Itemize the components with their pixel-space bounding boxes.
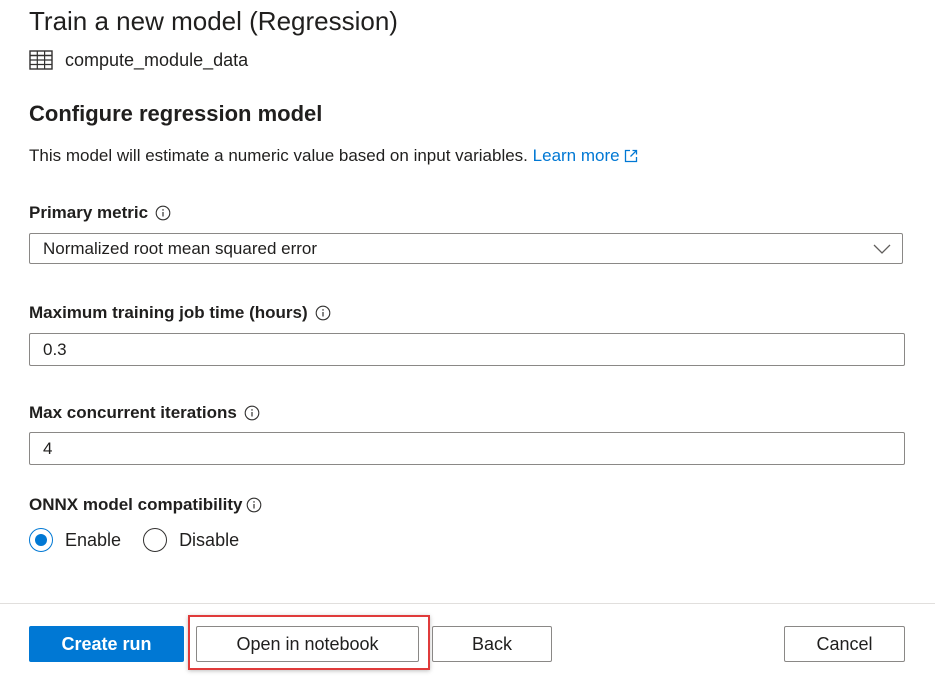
create-run-button[interactable]: Create run xyxy=(29,626,184,662)
table-grid-icon xyxy=(29,50,53,70)
max-concurrent-input[interactable] xyxy=(29,432,905,465)
info-icon[interactable] xyxy=(315,305,331,321)
chevron-down-icon xyxy=(873,242,891,260)
onnx-enable-radio[interactable]: Enable xyxy=(29,528,121,552)
page-title: Train a new model (Regression) xyxy=(29,6,398,36)
max-training-time-input[interactable] xyxy=(29,333,905,366)
primary-metric-label-text: Primary metric xyxy=(29,203,149,222)
max-training-time-label: Maximum training job time (hours) xyxy=(29,301,331,325)
info-icon[interactable] xyxy=(155,205,171,221)
cancel-button[interactable]: Cancel xyxy=(784,626,905,662)
primary-metric-value: Normalized root mean squared error xyxy=(43,238,318,258)
onnx-radio-group: Enable Disable xyxy=(29,528,261,552)
open-in-notebook-button[interactable]: Open in notebook xyxy=(196,626,419,662)
radio-label-enable: Enable xyxy=(65,529,122,550)
info-icon[interactable] xyxy=(244,405,260,421)
onnx-label-text: ONNX model compatibility xyxy=(29,495,243,514)
radio-checked-indicator[interactable] xyxy=(29,528,53,552)
onnx-disable-radio[interactable]: Disable xyxy=(143,528,239,552)
learn-more-link[interactable]: Learn more xyxy=(533,146,638,165)
external-link-icon xyxy=(624,146,638,170)
info-icon[interactable] xyxy=(246,497,262,513)
primary-metric-label: Primary metric xyxy=(29,201,171,225)
footer-divider xyxy=(0,603,935,604)
max-training-time-label-text: Maximum training job time (hours) xyxy=(29,303,308,322)
primary-metric-dropdown[interactable]: Normalized root mean squared error xyxy=(29,233,903,264)
max-concurrent-label-text: Max concurrent iterations xyxy=(29,403,237,422)
learn-more-label: Learn more xyxy=(532,146,620,165)
section-title: Configure regression model xyxy=(29,101,323,126)
dataset-info: compute_module_data xyxy=(29,48,248,72)
train-model-panel: Train a new model (Regression) compute_m… xyxy=(0,0,935,677)
radio-label-disable: Disable xyxy=(179,529,240,550)
onnx-label: ONNX model compatibility xyxy=(29,493,262,517)
section-description: This model will estimate a numeric value… xyxy=(29,144,638,170)
dataset-name: compute_module_data xyxy=(65,49,249,70)
description-text: This model will estimate a numeric value… xyxy=(29,146,528,165)
back-button[interactable]: Back xyxy=(432,626,552,662)
max-concurrent-label: Max concurrent iterations xyxy=(29,401,260,425)
radio-unchecked-indicator[interactable] xyxy=(143,528,168,552)
